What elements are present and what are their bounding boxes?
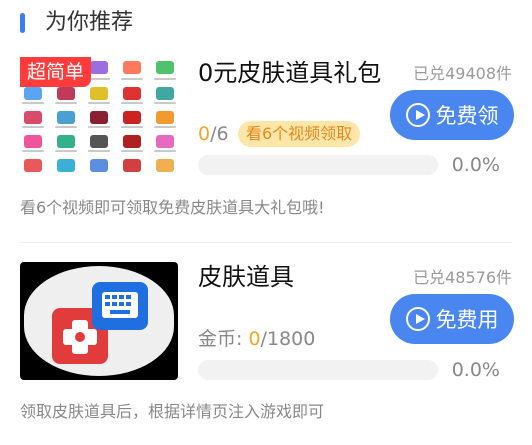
section-title: 为你推荐 [45,10,134,35]
simple-tag-badge: 超简单 [20,57,92,87]
item1-claim-button[interactable]: 免费领 [390,90,514,140]
item2-description: 领取皮肤道具后，根据详情页注入游戏即可 [20,402,325,421]
item1-progress-total: 6 [216,123,229,145]
item1-progress-percent: 0.0% [451,154,500,176]
item2-title[interactable]: 皮肤道具 [198,262,294,292]
section-accent-bar [20,13,25,33]
item2-use-button[interactable]: 免费用 [390,294,514,344]
play-circle-icon [405,103,430,127]
item1-description: 看6个视频即可领取免费皮肤道具大礼包哦! [20,198,325,217]
item1-task-tag: 看6个视频领取 [238,121,361,147]
item1-progress-count: 0/6 [198,121,229,147]
item1-claim-label: 免费领 [435,104,499,128]
item2-progress-bar [198,360,438,380]
item2-progress-current: 0 [248,328,261,350]
item1-redeemed-count: 已兑49408件 [413,64,512,83]
item2-thumbnail[interactable] [20,262,178,380]
item1-progress-current: 0 [198,123,211,145]
item2-progress-total: 1800 [266,328,316,350]
keyboard-icon [92,282,148,330]
item2-use-label: 免费用 [435,308,499,332]
item1-title[interactable]: 0元皮肤道具礼包 [198,58,381,88]
item2-coins-label: 金币: [198,328,249,350]
item2-redeemed-count: 已兑48576件 [413,268,512,287]
item-divider [20,242,512,243]
play-circle-icon [405,307,430,331]
item2-app-icon [52,282,148,364]
item2-coins-progress: 金币: 0/1800 [198,326,315,352]
item1-progress-bar [198,155,438,175]
item2-progress-percent: 0.0% [451,359,500,381]
